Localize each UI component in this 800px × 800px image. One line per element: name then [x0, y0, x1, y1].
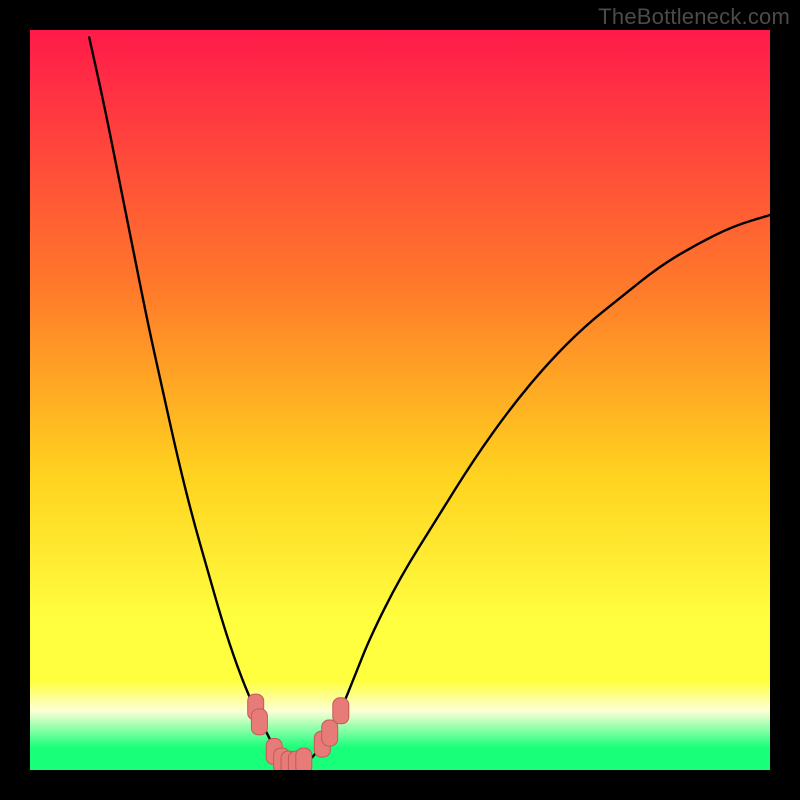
curve-marker [322, 720, 338, 746]
curve-marker [296, 748, 312, 770]
chart-frame: TheBottleneck.com [0, 0, 800, 800]
curve-marker [333, 698, 349, 724]
gradient-background [30, 30, 770, 770]
watermark-text: TheBottleneck.com [598, 4, 790, 30]
bottleneck-chart [30, 30, 770, 770]
curve-marker [251, 709, 267, 735]
plot-area [30, 30, 770, 770]
